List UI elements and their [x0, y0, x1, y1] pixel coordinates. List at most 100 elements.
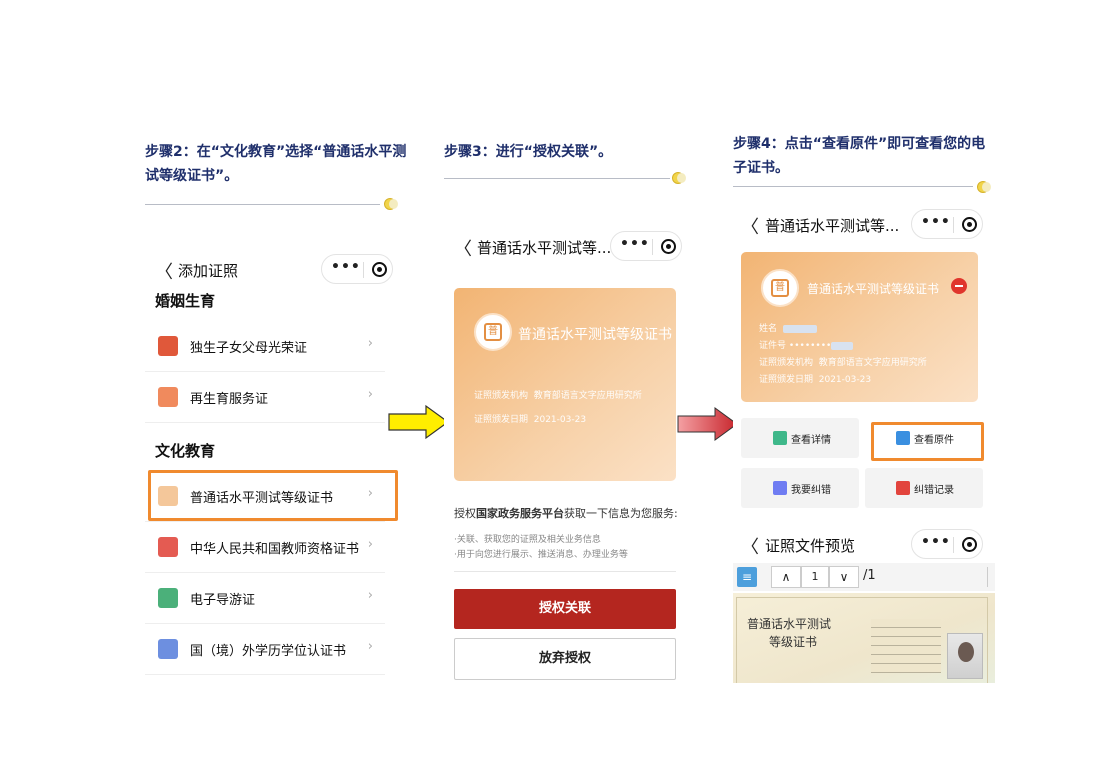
chevron-right-icon: ›: [367, 588, 373, 603]
list-item[interactable]: 国（境）外学历学位认证书 ›: [145, 625, 385, 675]
back-icon[interactable]: 〈: [741, 533, 759, 559]
chevron-right-icon: ›: [367, 639, 373, 654]
auth-platform: 国家政务服务平台: [476, 507, 564, 520]
decline-button[interactable]: 放弃授权: [454, 638, 676, 680]
step3-caption: 步骤3：进行“授权关联”。: [444, 144, 613, 160]
capsule-menu[interactable]: •••: [911, 209, 983, 239]
certificate-preview: 普通话水平测试 等级证书: [733, 593, 995, 683]
certificate-card: 普 普通话水平测试等级证书 姓名 证件号 •••••••• 证照颁发机构 教育部…: [741, 252, 978, 402]
list-item-label: 中华人民共和国教师资格证书: [190, 542, 360, 557]
error-history-button[interactable]: 纠错记录: [865, 468, 983, 508]
cert-title: 普通话水平测试: [747, 617, 832, 631]
capsule-divider: [652, 239, 653, 255]
issuer-label: 证照颁发机构: [474, 391, 529, 401]
cert-field-lines: [871, 619, 941, 673]
arrow-right-icon: [677, 407, 738, 441]
close-target-icon[interactable]: [962, 217, 977, 232]
birth-service-icon: [158, 387, 178, 407]
divider: [444, 178, 670, 179]
back-icon[interactable]: 〈: [454, 235, 472, 261]
nav-title: 普通话水平测试等...: [765, 217, 900, 235]
date-line: 证照颁发日期 2021-03-23: [474, 412, 586, 425]
certificate-card: 普 普通话水平测试等级证书 证照颁发机构 教育部语言文字应用研究所 证照颁发日期…: [454, 288, 676, 481]
section-marriage: 婚姻生育: [155, 292, 216, 310]
tour-guide-icon: [158, 588, 178, 608]
page-down-button[interactable]: ∨: [829, 566, 859, 588]
report-error-button[interactable]: 我要纠错: [741, 468, 859, 508]
more-icon[interactable]: •••: [921, 214, 951, 230]
more-icon[interactable]: •••: [921, 534, 951, 550]
more-icon[interactable]: •••: [620, 236, 650, 252]
issuer-line: 证照颁发机构 教育部语言文字应用研究所: [759, 355, 927, 368]
mandarin-badge-icon: 普: [761, 269, 799, 307]
name-line: 姓名: [759, 321, 817, 334]
more-icon[interactable]: •••: [331, 259, 361, 275]
auth-bullet: ·用于向您进行展示、推送消息、办理业务等: [454, 550, 628, 560]
remove-icon[interactable]: [951, 278, 967, 294]
arrow-right-icon: [388, 404, 450, 440]
chevron-right-icon: ›: [367, 537, 373, 552]
pdf-toolbar: ≡ ∧ 1 ∨ /1: [733, 563, 995, 591]
page-up-button[interactable]: ∧: [771, 566, 801, 588]
nav-title: 添加证照: [178, 262, 239, 280]
close-target-icon[interactable]: [962, 537, 977, 552]
name-mask: [782, 324, 817, 333]
step2-screen: 〈 添加证照 ••• 婚姻生育 独生子女父母光荣证 › 再生育服务证 › 文化教…: [145, 240, 400, 682]
issuer-label: 证照颁发机构: [759, 358, 814, 368]
date-label: 证照颁发日期: [759, 375, 814, 385]
honor-cert-icon: [158, 336, 178, 356]
sidebar-toggle-icon[interactable]: ≡: [737, 567, 757, 587]
moon-icon: [977, 181, 991, 193]
moon-icon: [384, 198, 398, 210]
list-item-label: 电子导游证: [190, 593, 256, 608]
issuer-value: 教育部语言文字应用研究所: [818, 358, 927, 368]
nav-title: 普通话水平测试等...: [477, 239, 612, 257]
close-target-icon[interactable]: [372, 262, 387, 277]
auth-post: 获取一下信息为您服务:: [564, 507, 678, 520]
tile-label: 查看详情: [791, 435, 831, 446]
auth-bullet: ·关联、获取您的证照及相关业务信息: [454, 535, 601, 545]
date-value: 2021-03-23: [533, 415, 587, 425]
divider: [145, 204, 380, 205]
toolbar-separator: [987, 567, 988, 587]
section-education: 文化教育: [155, 442, 216, 460]
cert-photo: [947, 633, 983, 679]
list-item[interactable]: 独生子女父母光荣证 ›: [145, 322, 385, 372]
list-item-label: 国（境）外学历学位认证书: [190, 644, 347, 659]
list-item[interactable]: 电子导游证 ›: [145, 574, 385, 624]
page-total: /1: [863, 568, 876, 583]
date-value: 2021-03-23: [818, 375, 872, 385]
close-target-icon[interactable]: [661, 239, 676, 254]
card-title: 普通话水平测试等级证书: [518, 327, 672, 343]
capsule-divider: [953, 537, 954, 553]
name-label: 姓名: [759, 324, 778, 334]
chevron-right-icon: ›: [367, 336, 373, 351]
history-icon: [896, 481, 910, 495]
moon-icon: [672, 172, 686, 184]
highlight-frame: [148, 470, 398, 521]
page-number-input[interactable]: 1: [801, 566, 829, 588]
date-line: 证照颁发日期 2021-03-23: [759, 372, 871, 385]
issuer-line: 证照颁发机构 教育部语言文字应用研究所: [474, 388, 642, 401]
page: { "colors": {"step_caption": "#1f2f6b", …: [0, 0, 1117, 784]
step2-caption: 步骤2：在“文化教育”选择“普通话水平测试等级证书”。: [145, 144, 407, 184]
divider: [733, 186, 973, 187]
auth-pre: 授权: [454, 507, 476, 520]
capsule-menu[interactable]: •••: [610, 231, 682, 261]
step4-screen: 〈 普通话水平测试等... ••• 普 普通话水平测试等级证书 姓名 证件号 •…: [733, 205, 995, 683]
id-value: ••••••••: [788, 341, 832, 351]
card-title: 普通话水平测试等级证书: [807, 282, 940, 296]
back-icon[interactable]: 〈: [741, 213, 759, 239]
view-details-button[interactable]: 查看详情: [741, 418, 859, 458]
mandarin-badge-icon: 普: [474, 313, 512, 351]
list-item[interactable]: 中华人民共和国教师资格证书 ›: [145, 523, 385, 573]
details-icon: [773, 431, 787, 445]
back-icon[interactable]: 〈: [155, 258, 173, 284]
capsule-menu[interactable]: •••: [321, 254, 393, 284]
list-item[interactable]: 再生育服务证 ›: [145, 373, 385, 423]
authorize-button[interactable]: 授权关联: [454, 589, 676, 629]
cert-subtitle: 等级证书: [769, 635, 818, 649]
step3-screen: 〈 普通话水平测试等... ••• 普 普通话水平测试等级证书 证照颁发机构 教…: [444, 215, 692, 685]
capsule-menu[interactable]: •••: [911, 529, 983, 559]
minus-bar: [955, 285, 963, 287]
